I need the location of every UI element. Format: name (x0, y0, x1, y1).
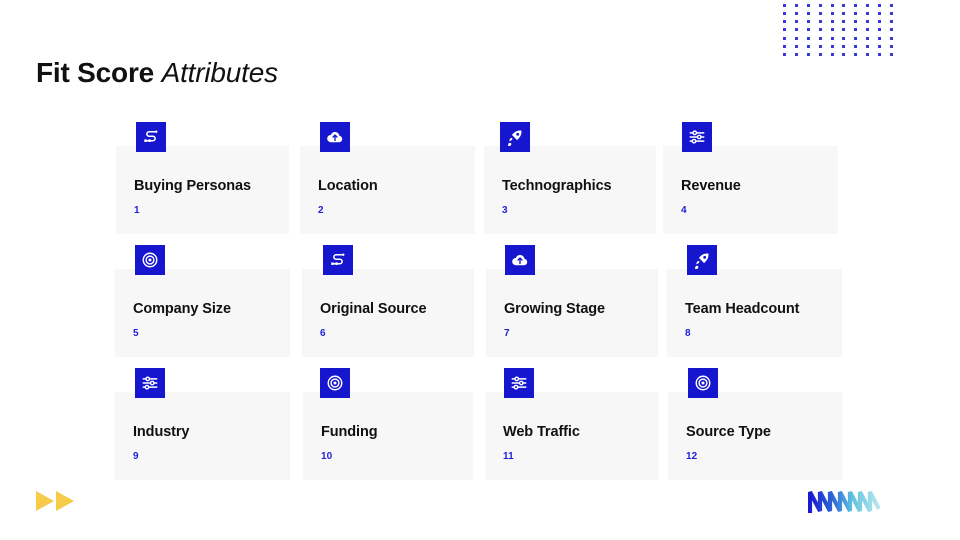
attribute-card-label: Industry (133, 424, 189, 440)
attribute-card-number: 11 (503, 451, 514, 462)
attribute-card-number: 2 (318, 205, 324, 216)
attribute-card-number: 6 (320, 328, 326, 339)
sliders-icon (504, 368, 534, 398)
attribute-card-number: 4 (681, 205, 687, 216)
attribute-card-label: Location (318, 178, 378, 194)
attribute-card-number: 8 (685, 328, 691, 339)
attribute-card[interactable]: Original Source 6 (302, 269, 474, 357)
attribute-card-number: 1 (134, 205, 140, 216)
attribute-card-number: 3 (502, 205, 508, 216)
attribute-card[interactable]: Team Headcount 8 (667, 269, 842, 357)
attribute-card-label: Web Traffic (503, 424, 580, 440)
sliders-icon (135, 368, 165, 398)
attribute-card-label: Original Source (320, 301, 426, 317)
fast-forward-triangle-1 (36, 491, 54, 511)
attribute-card-label: Company Size (133, 301, 231, 317)
attribute-card[interactable]: Industry 9 (115, 392, 290, 480)
cloud-upload-icon (505, 245, 535, 275)
attribute-card[interactable]: Source Type 12 (668, 392, 843, 480)
attribute-card-label: Source Type (686, 424, 771, 440)
attribute-card[interactable]: Technographics 3 (484, 146, 656, 234)
attribute-card-label: Funding (321, 424, 377, 440)
attribute-card-number: 10 (321, 451, 332, 462)
sliders-icon (682, 122, 712, 152)
attribute-card-label: Revenue (681, 178, 741, 194)
route-icon (323, 245, 353, 275)
slide-canvas: Fit Score Attributes Buying Personas1Loc… (0, 0, 960, 540)
attribute-card-label: Team Headcount (685, 301, 799, 317)
target-icon (320, 368, 350, 398)
route-icon (136, 122, 166, 152)
attribute-card-number: 7 (504, 328, 510, 339)
target-icon (135, 245, 165, 275)
fast-forward-triangle-2 (56, 491, 74, 511)
attribute-card[interactable]: Funding 10 (303, 392, 473, 480)
fast-forward-arrows (36, 491, 78, 511)
rocket-icon (500, 122, 530, 152)
attribute-card-number: 12 (686, 451, 697, 462)
attribute-card-grid: Buying Personas 1 Location 2 Technographics 3… (0, 0, 960, 540)
attribute-card[interactable]: Growing Stage 7 (486, 269, 658, 357)
attribute-card[interactable]: Revenue 4 (663, 146, 838, 234)
attribute-card[interactable]: Location 2 (300, 146, 475, 234)
zigzag-logo (808, 487, 880, 513)
attribute-card[interactable]: Buying Personas 1 (116, 146, 289, 234)
attribute-card[interactable]: Company Size 5 (115, 269, 290, 357)
attribute-card-label: Growing Stage (504, 301, 605, 317)
attribute-card-number: 5 (133, 328, 139, 339)
attribute-card-number: 9 (133, 451, 139, 462)
rocket-icon (687, 245, 717, 275)
attribute-card-label: Buying Personas (134, 178, 251, 194)
target-icon (688, 368, 718, 398)
attribute-card[interactable]: Web Traffic 11 (485, 392, 659, 480)
cloud-upload-icon (320, 122, 350, 152)
attribute-card-label: Technographics (502, 178, 612, 194)
